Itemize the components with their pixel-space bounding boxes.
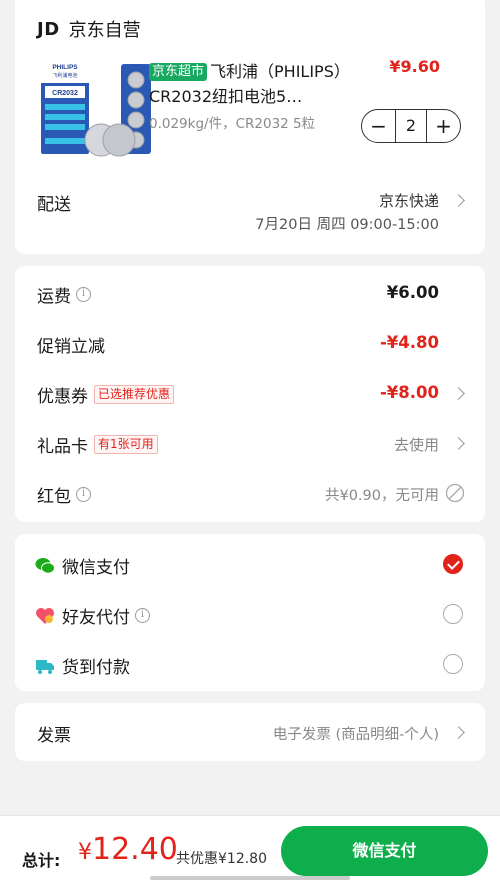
fees-card: 运费 i ¥6.00 促销立减 -¥4.80 优惠券 已选推荐优惠 -¥8.00… [15, 266, 485, 522]
promo-label: 促销立减 [37, 337, 105, 357]
total-value: 12.40 [92, 832, 178, 867]
product-price: ¥9.60 [389, 57, 440, 76]
home-indicator [150, 876, 350, 880]
coupon-chevron-icon [452, 387, 465, 400]
delivery-chevron-icon [452, 194, 465, 207]
product-title[interactable]: 京东超市 飞利浦（PHILIPS）CR2032纽扣电池5… [149, 59, 349, 109]
quantity-stepper: − 2 + [361, 109, 461, 143]
friend-pay-radio[interactable] [443, 604, 463, 624]
cod-radio[interactable] [443, 654, 463, 674]
wechat-pay-button[interactable]: 微信支付 [281, 826, 488, 876]
coupon-label: 优惠券 [37, 387, 88, 407]
total-amount: ¥12.40 [78, 832, 178, 867]
giftcard-label: 礼品卡 [37, 437, 88, 457]
product-spec: 0.029kg/件，CR2032 5粒 [149, 116, 316, 132]
invoice-value: 电子发票 (商品明细-个人) [272, 727, 439, 743]
jd-supermarket-tag: 京东超市 [149, 63, 208, 81]
shipping-label: 运费 [37, 287, 71, 307]
decrease-button[interactable]: − [362, 110, 395, 142]
image-brand-text: PHILIPS [52, 64, 78, 71]
currency-symbol: ¥ [78, 840, 92, 865]
giftcard-chevron-icon [452, 437, 465, 450]
giftcard-tag: 有1张可用 [94, 435, 158, 454]
total-discount: 共优惠¥12.80 [176, 851, 267, 867]
image-model-text: CR2032 [52, 90, 78, 97]
delivery-method: 京东快递 [378, 192, 439, 210]
wechat-label: 微信支付 [62, 558, 130, 578]
info-icon[interactable]: i [135, 608, 150, 623]
info-icon[interactable]: i [76, 487, 91, 502]
truck-icon [36, 659, 54, 674]
product-image[interactable]: PHILIPS 飞利浦电池 CR2032 [37, 58, 153, 158]
wechat-radio-checked-icon[interactable] [443, 554, 463, 574]
invoice-label: 发票 [37, 726, 71, 746]
increase-button[interactable]: + [427, 110, 460, 142]
coupon-value: -¥8.00 [379, 383, 439, 402]
invoice-chevron-icon [452, 726, 465, 739]
payment-card: 微信支付 好友代付 i 货到付款 [15, 534, 485, 691]
heart-icon [36, 607, 54, 624]
total-label: 总计: [22, 851, 61, 870]
redpacket-value: 共¥0.90，无可用 [324, 488, 439, 504]
image-sub-text: 飞利浦电池 [52, 72, 77, 79]
shipping-value: ¥6.00 [386, 283, 439, 302]
shop-header[interactable]: JD 京东自营 [37, 16, 141, 42]
cod-label: 货到付款 [62, 658, 130, 678]
coupon-tag: 已选推荐优惠 [94, 385, 175, 404]
quantity-value[interactable]: 2 [395, 110, 427, 142]
friend-pay-label: 好友代付 [62, 608, 130, 628]
redpacket-label: 红包 [37, 487, 71, 507]
invoice-card[interactable]: 发票 电子发票 (商品明细-个人) [15, 703, 485, 761]
promo-value: -¥4.80 [379, 333, 439, 352]
jd-logo: JD [37, 18, 60, 40]
checkout-bar: 总计: ¥12.40 共优惠¥12.80 微信支付 [0, 815, 500, 881]
info-icon[interactable]: i [76, 287, 91, 302]
order-item-card: JD 京东自营 PHILIPS 飞利浦电池 CR2032 京东超市 飞利浦（PHI… [15, 0, 485, 254]
disabled-icon [445, 483, 465, 503]
giftcard-value: 去使用 [393, 436, 439, 454]
shop-name: 京东自营 [68, 20, 141, 41]
delivery-time: 7月20日 周四 09:00-15:00 [255, 217, 439, 233]
wechat-icon [35, 557, 55, 574]
delivery-label: 配送 [37, 195, 71, 215]
